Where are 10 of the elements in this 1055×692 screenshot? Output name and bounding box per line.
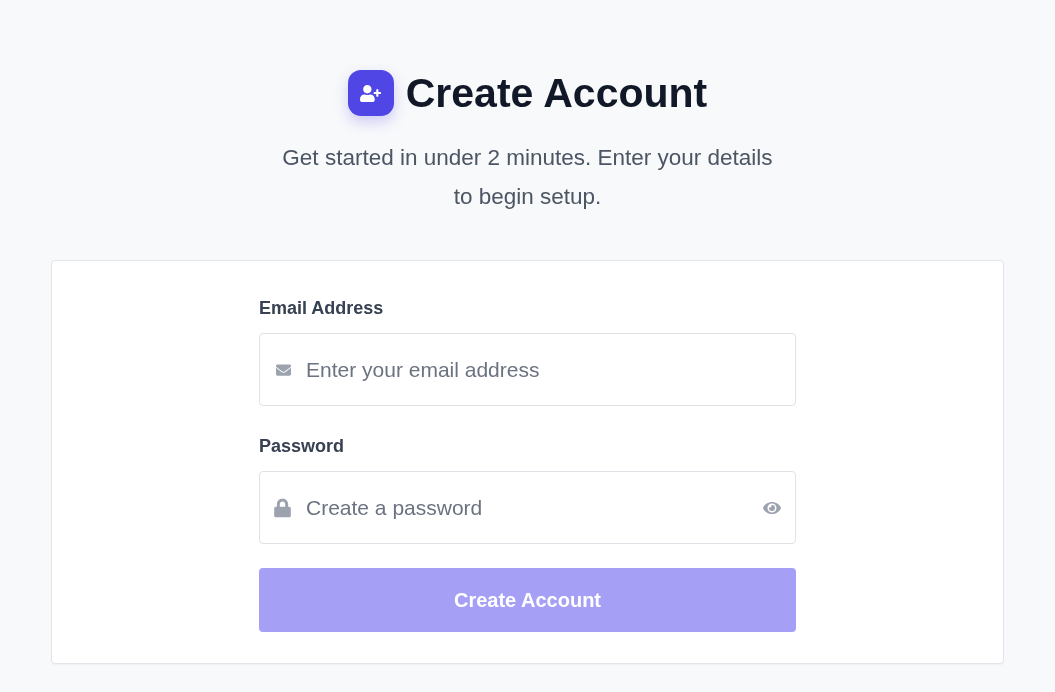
field-label: Password bbox=[259, 435, 345, 457]
add-user-icon bbox=[347, 70, 394, 116]
input-field[interactable]: Enter your email address bbox=[259, 333, 796, 406]
page-subtitle: Get started in under 2 minutes. Enter your details to begin setup. bbox=[281, 144, 774, 211]
eye-icon[interactable] bbox=[762, 499, 782, 516]
field-label: Email Address bbox=[259, 297, 384, 319]
input-field[interactable]: Create a password bbox=[259, 471, 796, 544]
page-title: Create Account bbox=[405, 69, 708, 118]
lock-icon bbox=[274, 498, 291, 517]
envelope-icon bbox=[274, 362, 293, 377]
